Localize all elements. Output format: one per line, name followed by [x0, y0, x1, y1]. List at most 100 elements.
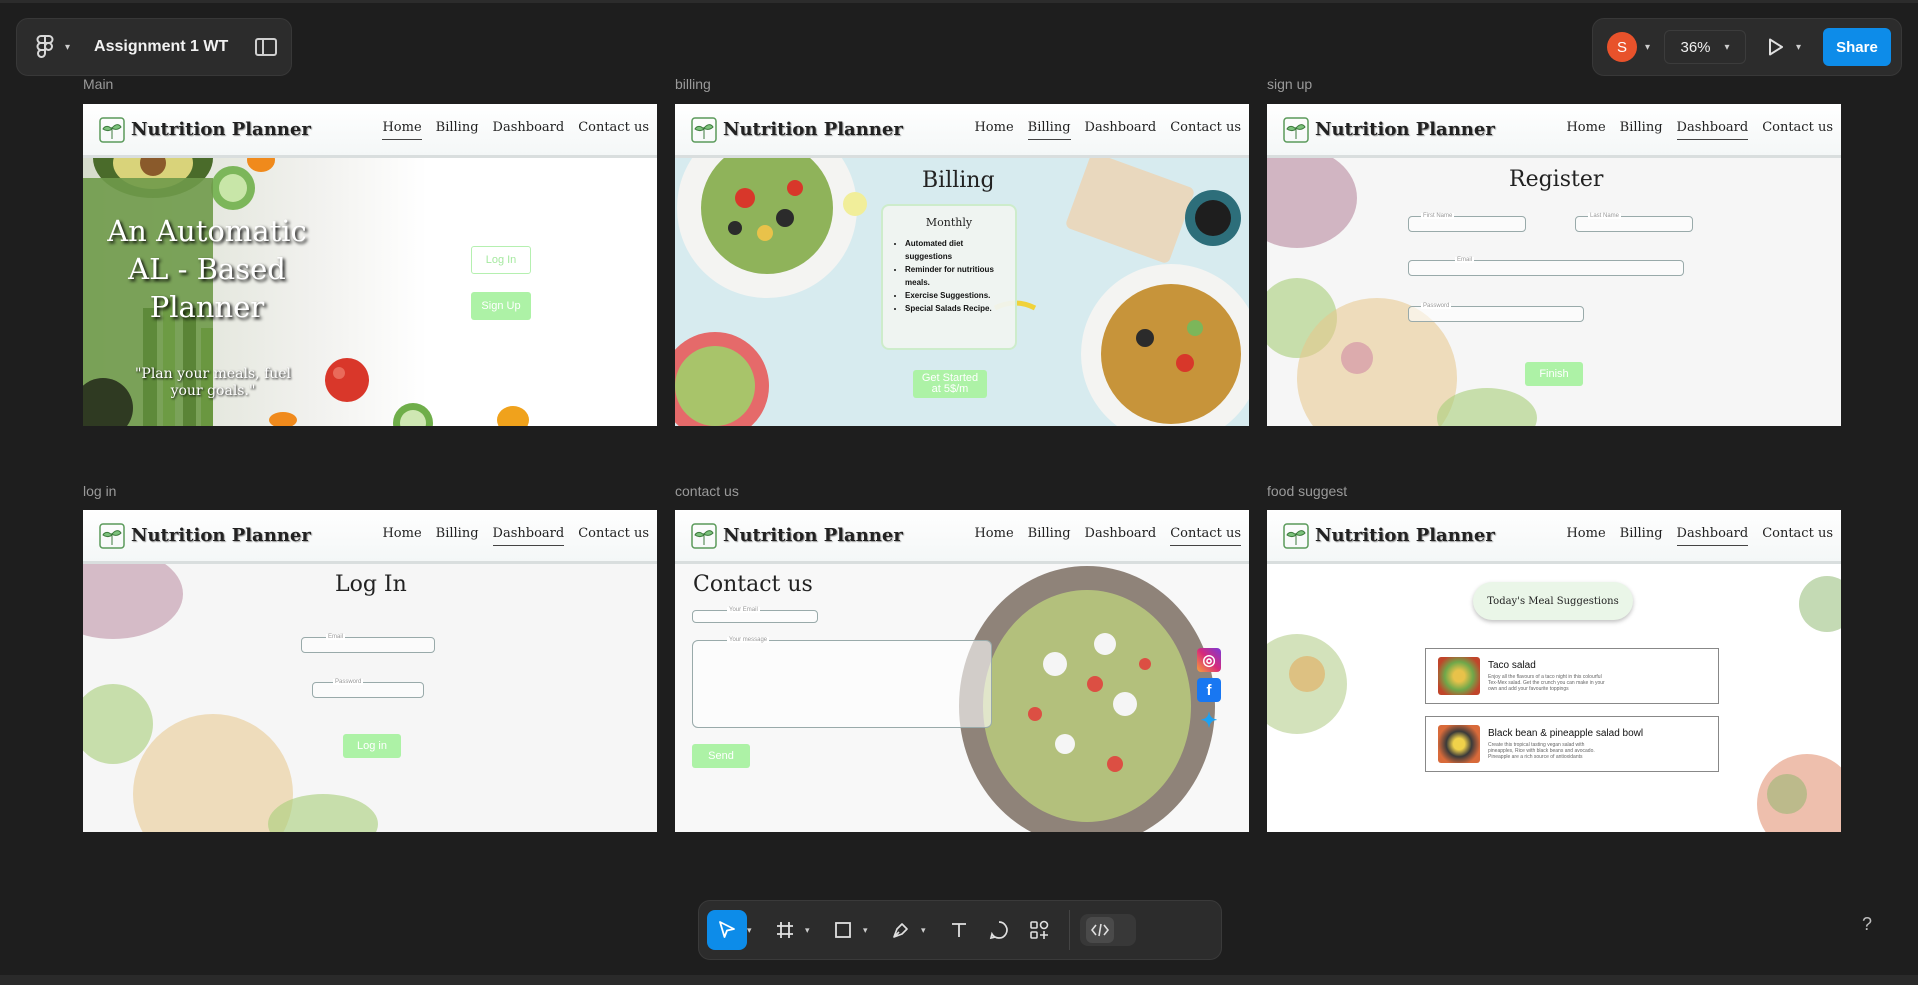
- actions-icon[interactable]: [1019, 910, 1059, 950]
- figma-logo-icon[interactable]: [31, 33, 59, 61]
- nav-dashboard[interactable]: Dashboard: [1676, 526, 1749, 546]
- nav-dashboard[interactable]: Dashboard: [1676, 120, 1749, 140]
- leaf-logo-icon: [691, 116, 717, 143]
- sidebar-toggle-icon[interactable]: [255, 38, 277, 56]
- nav-home[interactable]: Home: [1566, 120, 1605, 140]
- nav-dashboard[interactable]: Dashboard: [493, 120, 565, 140]
- chevron-down-icon[interactable]: ▾: [921, 925, 939, 936]
- frame-label-login[interactable]: log in: [83, 483, 116, 499]
- chevron-down-icon[interactable]: ▾: [805, 925, 823, 936]
- brand[interactable]: Nutrition Planner: [1281, 521, 1495, 551]
- zoom-control[interactable]: 36% ▾: [1664, 30, 1747, 64]
- nav-contact[interactable]: Contact us: [1170, 120, 1241, 140]
- nav-links: Home Billing Dashboard Contact us: [382, 120, 649, 140]
- feature-item: Special Salads Recipe.: [905, 302, 1007, 315]
- nav-contact[interactable]: Contact us: [1762, 526, 1833, 546]
- nav-billing[interactable]: Billing: [436, 526, 479, 546]
- site-nav: Nutrition Planner Home Billing Dashboard…: [675, 510, 1249, 564]
- chevron-down-icon[interactable]: ▾: [65, 42, 70, 53]
- finish-button[interactable]: Finish: [1525, 362, 1583, 386]
- nav-billing[interactable]: Billing: [1027, 120, 1071, 140]
- nav-dashboard[interactable]: Dashboard: [1085, 120, 1157, 140]
- message-field[interactable]: [692, 640, 992, 728]
- move-icon[interactable]: [707, 910, 747, 950]
- list-item[interactable]: Taco salad Enjoy all the flavours of a t…: [1425, 648, 1719, 704]
- chevron-down-icon[interactable]: ▾: [747, 925, 765, 936]
- frame-label-signup[interactable]: sign up: [1267, 76, 1312, 92]
- nav-home[interactable]: Home: [382, 526, 421, 546]
- nav-billing[interactable]: Billing: [436, 120, 479, 140]
- frame-label-contact[interactable]: contact us: [675, 483, 739, 499]
- dev-mode-toggle[interactable]: [1080, 914, 1136, 946]
- leaf-logo-icon: [99, 522, 125, 549]
- frame-icon[interactable]: [765, 910, 805, 950]
- brand-name: Nutrition Planner: [1315, 119, 1495, 140]
- twitter-icon[interactable]: ✦: [1197, 708, 1221, 732]
- nav-contact[interactable]: Contact us: [578, 120, 649, 140]
- chevron-down-icon[interactable]: ▾: [1645, 42, 1650, 53]
- instagram-icon[interactable]: ◎: [1197, 648, 1221, 672]
- leaf-logo-icon: [1283, 116, 1309, 143]
- frame-food-suggest[interactable]: Nutrition Planner Home Billing Dashboard…: [1267, 510, 1841, 832]
- login-button[interactable]: Log in: [343, 734, 401, 758]
- frame-main[interactable]: Nutrition Planner Home Billing Dashboard…: [83, 104, 657, 426]
- frame-contact[interactable]: Nutrition Planner Home Billing Dashboard…: [675, 510, 1249, 832]
- suggestions-heading: Today's Meal Suggestions: [1473, 582, 1633, 620]
- nav-contact[interactable]: Contact us: [1170, 526, 1241, 546]
- frame-label-billing[interactable]: billing: [675, 76, 711, 92]
- get-started-button[interactable]: Get Started at 5$/m: [913, 370, 987, 398]
- nav-home[interactable]: Home: [382, 120, 422, 140]
- code-icon: [1086, 917, 1114, 943]
- text-icon[interactable]: [939, 910, 979, 950]
- file-name[interactable]: Assignment 1 WT: [94, 38, 228, 56]
- password-field[interactable]: [312, 682, 424, 698]
- send-button[interactable]: Send: [692, 744, 750, 768]
- card-title: Monthly: [925, 216, 973, 229]
- nav-billing[interactable]: Billing: [1620, 526, 1663, 546]
- meal-thumbnail: [1438, 725, 1480, 763]
- nav-home[interactable]: Home: [974, 120, 1013, 140]
- login-button[interactable]: Log In: [471, 246, 531, 274]
- frame-label-food[interactable]: food suggest: [1267, 483, 1347, 499]
- hero-title: An Automatic AL - Based Planner: [107, 214, 307, 324]
- brand[interactable]: Nutrition Planner: [97, 521, 311, 551]
- bottom-toolbar: ▾ ▾ ▾ ▾: [698, 900, 1222, 960]
- frame-billing[interactable]: Nutrition Planner Home Billing Dashboard…: [675, 104, 1249, 426]
- brand-name: Nutrition Planner: [131, 525, 311, 546]
- signup-button[interactable]: Sign Up: [471, 292, 531, 320]
- email-field[interactable]: [1408, 260, 1684, 276]
- brand[interactable]: Nutrition Planner: [689, 521, 903, 551]
- play-icon[interactable]: [1764, 35, 1788, 59]
- chevron-down-icon[interactable]: ▾: [1796, 42, 1801, 53]
- nav-home[interactable]: Home: [1566, 526, 1605, 546]
- chevron-down-icon[interactable]: ▾: [863, 925, 881, 936]
- facebook-icon[interactable]: f: [1197, 678, 1221, 702]
- nav-billing[interactable]: Billing: [1028, 526, 1071, 546]
- frame-label-main[interactable]: Main: [83, 76, 113, 92]
- rectangle-icon[interactable]: [823, 910, 863, 950]
- nav-contact[interactable]: Contact us: [578, 526, 649, 546]
- nav-home[interactable]: Home: [974, 526, 1013, 546]
- avatar[interactable]: S: [1607, 32, 1637, 62]
- help-button[interactable]: ?: [1862, 914, 1872, 935]
- meal-description: Create this tropical tasting vegan salad…: [1488, 742, 1595, 760]
- brand[interactable]: Nutrition Planner: [689, 115, 903, 145]
- brand[interactable]: Nutrition Planner: [1281, 115, 1495, 145]
- nav-billing[interactable]: Billing: [1620, 120, 1663, 140]
- comment-icon[interactable]: [979, 910, 1019, 950]
- nav-dashboard[interactable]: Dashboard: [492, 526, 565, 546]
- meal-name: Black bean & pineapple salad bowl: [1488, 728, 1644, 739]
- pen-icon[interactable]: [881, 910, 921, 950]
- hero-quote: "Plan your meals, fuel your goals.": [134, 366, 292, 399]
- feature-item: Automated diet suggestions: [905, 237, 1007, 263]
- email-field[interactable]: [301, 637, 435, 653]
- share-button[interactable]: Share: [1823, 28, 1891, 66]
- salad-background-image: [83, 564, 657, 832]
- frame-signup[interactable]: Nutrition Planner Home Billing Dashboard…: [1267, 104, 1841, 426]
- nav-dashboard[interactable]: Dashboard: [1085, 526, 1157, 546]
- list-item[interactable]: Black bean & pineapple salad bowl Create…: [1425, 716, 1719, 772]
- page-title: Log In: [335, 572, 407, 597]
- frame-login[interactable]: Nutrition Planner Home Billing Dashboard…: [83, 510, 657, 832]
- brand[interactable]: Nutrition Planner: [97, 115, 311, 145]
- nav-contact[interactable]: Contact us: [1762, 120, 1833, 140]
